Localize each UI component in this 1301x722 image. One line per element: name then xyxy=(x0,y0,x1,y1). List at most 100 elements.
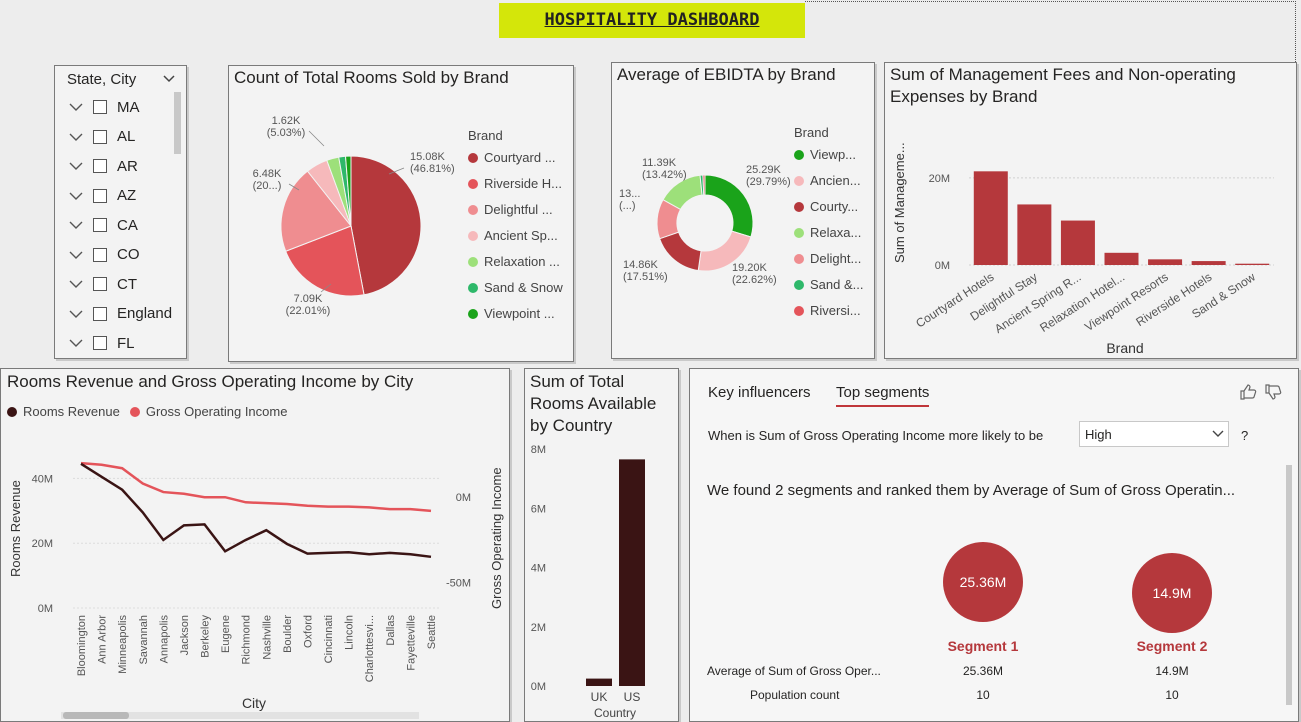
slicer-item[interactable]: AL xyxy=(69,125,135,149)
chevron-down-icon[interactable] xyxy=(69,336,83,350)
legend-color-dot xyxy=(468,178,478,189)
legend-label: Courty... xyxy=(810,199,859,214)
slicer-checkbox[interactable] xyxy=(93,277,107,291)
bar[interactable] xyxy=(586,678,612,686)
x-tick-label: Nashville xyxy=(261,615,273,660)
legend-item[interactable]: Viewp... xyxy=(794,147,856,162)
legend-label: Relaxa... xyxy=(810,225,862,240)
bar[interactable] xyxy=(1148,259,1183,265)
segment-2-bubble[interactable]: 14.9M xyxy=(1132,553,1212,633)
slicer-checkbox[interactable] xyxy=(93,188,107,203)
legend-color-dot xyxy=(794,253,804,264)
bar[interactable] xyxy=(973,171,1008,265)
bar[interactable] xyxy=(1104,252,1139,265)
tab-top-segments[interactable]: Top segments xyxy=(836,384,930,407)
legend-item[interactable]: Delight... xyxy=(794,251,861,266)
bar[interactable] xyxy=(1191,261,1226,265)
segment-2-bubble-value: 14.9M xyxy=(1152,585,1192,601)
chevron-down-icon[interactable] xyxy=(69,159,83,173)
slice-pct-label: (17.51%) xyxy=(623,271,668,283)
slicer-item[interactable]: FL xyxy=(69,331,135,355)
legend-label: Courtyard ... xyxy=(484,150,556,165)
segment-1-average: 25.36M xyxy=(962,664,1004,678)
slicer-item[interactable]: AR xyxy=(69,154,138,178)
row-average-label: Average of Sum of Gross Oper... xyxy=(707,664,881,678)
bar[interactable] xyxy=(1235,263,1270,265)
chevron-down-icon[interactable] xyxy=(69,189,83,203)
slicer-checkbox[interactable] xyxy=(93,306,107,321)
chevron-down-icon[interactable] xyxy=(69,218,83,232)
legend-item[interactable]: Sand & Snow xyxy=(468,280,563,295)
legend-color-dot xyxy=(794,175,804,186)
slice-value-label: 1.62K xyxy=(272,115,301,127)
bar[interactable] xyxy=(1017,204,1052,265)
slicer-item[interactable]: AZ xyxy=(69,184,136,208)
slicer-item-label: FL xyxy=(117,334,135,352)
y-tick-label: 20M xyxy=(929,173,950,185)
chevron-down-icon[interactable] xyxy=(69,277,83,291)
chevron-down-icon[interactable] xyxy=(69,130,83,144)
legend-color-dot xyxy=(468,308,478,319)
slicer-checkbox[interactable] xyxy=(93,159,107,173)
line-chart: 40M 20M 0M 0M -50M Rooms Revenue Gross Operati… xyxy=(8,461,504,711)
slice-pct-label: (13.42%) xyxy=(642,169,687,181)
pie-slice[interactable] xyxy=(658,231,702,272)
legend-item[interactable]: Courty... xyxy=(794,199,858,214)
slicer-item[interactable]: CT xyxy=(69,272,137,296)
legend-item[interactable]: Ancient Sp... xyxy=(468,228,558,243)
slicer-checkbox[interactable] xyxy=(93,336,107,350)
segment-2-name[interactable]: Segment 2 xyxy=(1112,638,1232,654)
chevron-down-icon[interactable] xyxy=(162,74,176,84)
pie-slice[interactable] xyxy=(702,174,706,196)
slicer-item[interactable]: CA xyxy=(69,213,138,237)
legend-item[interactable]: Riverside H... xyxy=(468,176,562,191)
chevron-down-icon[interactable] xyxy=(69,248,83,262)
legend-color-dot xyxy=(468,282,478,293)
legend-item[interactable]: Ancien... xyxy=(794,173,861,188)
segment-1-bubble-value: 25.36M xyxy=(959,574,1007,590)
thumbs-down-icon[interactable] xyxy=(1264,384,1282,400)
donut-legend-title: Brand xyxy=(794,125,829,140)
legend-color-dot xyxy=(794,149,804,160)
slicer-item[interactable]: CO xyxy=(69,243,140,267)
pie-slice[interactable] xyxy=(350,155,422,296)
y-tick-label: 4M xyxy=(531,563,546,575)
legend-label: Riverside H... xyxy=(484,176,563,191)
legend-item[interactable]: Viewpoint ... xyxy=(468,306,555,321)
x-tick-label: Riverside Hotels xyxy=(1133,270,1214,329)
slicer-scrollbar[interactable] xyxy=(174,92,181,154)
legend-label: Viewpoint ... xyxy=(484,306,555,321)
thumbs-up-icon[interactable] xyxy=(1239,384,1257,400)
state-city-slicer[interactable]: State, City MA AL AR AZ CA CO CT England FL xyxy=(54,65,187,359)
slicer-checkbox[interactable] xyxy=(93,129,107,144)
legend-item[interactable]: Relaxation ... xyxy=(468,254,560,269)
legend-item[interactable]: Riversi... xyxy=(794,303,861,318)
tab-key-influencers[interactable]: Key influencers xyxy=(708,384,811,401)
slicer-checkbox[interactable] xyxy=(93,218,107,232)
segment-1-name[interactable]: Segment 1 xyxy=(923,638,1043,654)
outcome-dropdown[interactable]: High xyxy=(1079,421,1229,447)
x-tick-label: Seattle xyxy=(426,615,438,649)
legend-item[interactable]: Sand &... xyxy=(794,277,863,292)
slice-pct-label: (5.03%) xyxy=(267,127,306,139)
legend-item[interactable]: Courtyard ... xyxy=(468,150,556,165)
help-question-mark[interactable]: ? xyxy=(1241,428,1248,443)
chevron-down-icon[interactable] xyxy=(69,307,83,321)
segment-1-bubble[interactable]: 25.36M xyxy=(943,542,1023,622)
leader-line xyxy=(308,130,325,147)
bar[interactable] xyxy=(1060,220,1095,265)
slicer-checkbox[interactable] xyxy=(93,247,107,262)
chevron-down-icon[interactable] xyxy=(69,100,83,114)
legend-item[interactable]: Relaxa... xyxy=(794,225,861,240)
slice-value-label: 13... xyxy=(619,188,640,200)
legend-item[interactable]: Delightful ... xyxy=(468,202,553,217)
slicer-item[interactable]: MA xyxy=(69,95,140,119)
slicer-checkbox[interactable] xyxy=(93,100,107,114)
vertical-scrollbar[interactable] xyxy=(1286,465,1292,705)
legend-label: Delight... xyxy=(810,251,862,266)
slicer-item[interactable]: England xyxy=(69,302,172,326)
slicer-item-label: AZ xyxy=(117,187,137,204)
horizontal-scrollbar-thumb[interactable] xyxy=(63,712,129,719)
bar[interactable] xyxy=(619,459,645,686)
y-tick-label: 0M xyxy=(935,260,950,272)
